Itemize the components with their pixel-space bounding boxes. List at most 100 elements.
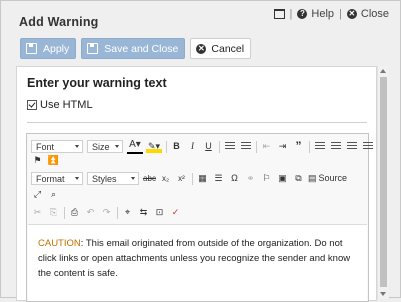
dialog-top-actions: | ? Help | ✕ Close: [273, 8, 389, 20]
editor-content-area[interactable]: CAUTION: This email originated from outs…: [28, 224, 367, 301]
font-select[interactable]: Font: [31, 140, 83, 153]
spellcheck-icon[interactable]: ✓: [169, 206, 182, 219]
cancel-icon: ✕: [196, 43, 207, 54]
toolbar-separator: [309, 140, 310, 153]
add-warning-dialog: Add Warning | ? Help | ✕ Close Apply Sav…: [0, 0, 401, 302]
strikethrough-icon[interactable]: abc: [143, 172, 156, 185]
increase-indent-icon[interactable]: ⇥: [276, 140, 289, 153]
editor-toolbar-row-2b: ⤢ ⌕: [31, 188, 63, 201]
scroll-up-icon[interactable]: [380, 69, 386, 73]
scroll-thumb[interactable]: [380, 77, 387, 287]
lines-glyph: [314, 142, 325, 152]
copy-icon[interactable]: ⎘: [47, 206, 60, 219]
save-icon: [26, 43, 37, 54]
source-button[interactable]: ▤ Source: [308, 172, 348, 185]
editor-toolbar-row-1: Font Size A▾ ✎▾ B I U ⇤ ⇥ ”: [31, 139, 377, 154]
apply-button[interactable]: Apply: [20, 38, 77, 59]
underline-icon[interactable]: U: [202, 140, 215, 153]
replace-icon[interactable]: ⇆: [137, 206, 150, 219]
dialog-title: Add Warning: [19, 15, 99, 29]
save-and-close-button[interactable]: Save and Close: [81, 38, 186, 59]
source-label: Source: [318, 173, 348, 183]
toolbar-separator: [192, 172, 193, 185]
maximize-icon[interactable]: [273, 9, 285, 19]
table-icon[interactable]: ▦: [196, 172, 209, 185]
maximize-editor-icon[interactable]: ⤢: [31, 188, 44, 201]
toolbar-separator: [166, 140, 167, 153]
rich-text-editor: Font Size A▾ ✎▾ B I U ⇤ ⇥ ” ⚑ ⏫ Format S…: [26, 133, 373, 302]
show-blocks-icon[interactable]: ⧉: [292, 172, 305, 185]
special-character-icon[interactable]: Ω: [228, 172, 241, 185]
save-icon: [87, 43, 99, 54]
format-select[interactable]: Format: [31, 172, 83, 185]
size-select-label: Size: [92, 141, 110, 152]
help-icon[interactable]: ?: [297, 9, 308, 19]
warning-form-panel: Enter your warning text Use HTML Font Si…: [16, 66, 377, 302]
size-select[interactable]: Size: [87, 140, 123, 153]
align-left-icon[interactable]: [313, 140, 326, 153]
source-icon: ▤: [308, 173, 317, 183]
cut-icon[interactable]: ✂: [31, 206, 44, 219]
bold-icon[interactable]: B: [170, 140, 183, 153]
toolbar-separator: [117, 206, 118, 219]
italic-icon[interactable]: I: [186, 140, 199, 153]
caution-prefix: CAUTION: [38, 238, 81, 249]
close-link[interactable]: Close: [361, 8, 389, 20]
cancel-label: Cancel: [211, 42, 245, 55]
chevron-down-icon: [131, 177, 135, 180]
save-close-label: Save and Close: [104, 42, 179, 55]
language-icon[interactable]: ⚑: [31, 154, 44, 167]
numbered-list-icon[interactable]: [223, 140, 236, 153]
anchor-icon[interactable]: ⚐: [260, 172, 273, 185]
undo-icon[interactable]: ↶: [84, 206, 97, 219]
horizontal-line-icon[interactable]: ☰: [212, 172, 225, 185]
use-html-label: Use HTML: [40, 99, 93, 111]
toolbar-separator: [256, 140, 257, 153]
separator: |: [339, 8, 342, 20]
chevron-down-icon: [115, 145, 119, 148]
unlink-icon[interactable]: ⚭: [244, 172, 257, 185]
lines-glyph: [330, 142, 341, 152]
form-heading: Enter your warning text: [27, 76, 167, 90]
help-link[interactable]: Help: [311, 8, 334, 20]
select-all-icon[interactable]: ⊡: [153, 206, 166, 219]
align-center-icon[interactable]: [329, 140, 342, 153]
vertical-scrollbar[interactable]: [377, 66, 389, 299]
format-select-label: Format: [36, 173, 65, 184]
checkbox-checked-icon[interactable]: [27, 100, 37, 110]
print-icon[interactable]: ⎙: [68, 206, 81, 219]
lines-glyph: [362, 142, 373, 152]
chevron-down-icon: [75, 177, 79, 180]
apply-label: Apply: [43, 42, 70, 55]
divider: [27, 122, 367, 123]
scroll-down-icon[interactable]: [380, 292, 386, 296]
use-html-checkbox[interactable]: Use HTML: [27, 99, 93, 111]
decrease-indent-icon[interactable]: ⇤: [260, 140, 273, 153]
cancel-button[interactable]: ✕ Cancel: [190, 38, 252, 59]
preview-icon[interactable]: ⌕: [47, 188, 60, 201]
styles-select-label: Styles: [92, 173, 117, 184]
subscript-icon[interactable]: x₂: [159, 172, 172, 185]
close-icon[interactable]: ✕: [346, 9, 357, 19]
editor-toolbar-row-3: ✂ ⎘ ⎙ ↶ ↷ ⌖ ⇆ ⊡ ✓: [31, 206, 185, 219]
editor-toolbar-row-2: Format Styles abc x₂ x² ▦ ☰ Ω ⚭ ⚐ ▣ ⧉ ▤ S…: [31, 172, 349, 185]
align-right-icon[interactable]: [345, 140, 358, 153]
blockquote-icon[interactable]: ”: [292, 140, 305, 153]
lines-glyph: [224, 142, 235, 152]
font-select-label: Font: [36, 141, 55, 152]
action-buttons: Apply Save and Close ✕ Cancel: [20, 38, 252, 59]
toolbar-separator: [219, 140, 220, 153]
background-color-icon[interactable]: ✎▾: [146, 140, 162, 153]
justify-icon[interactable]: [361, 140, 374, 153]
redo-icon[interactable]: ↷: [100, 206, 113, 219]
bidi-icon[interactable]: ⏫: [47, 154, 60, 167]
bulleted-list-icon[interactable]: [239, 140, 252, 153]
styles-select[interactable]: Styles: [87, 172, 139, 185]
text-color-icon[interactable]: A▾: [127, 139, 143, 154]
chevron-down-icon: [75, 145, 79, 148]
editor-toolbar-row-1b: ⚑ ⏫: [31, 154, 63, 167]
find-icon[interactable]: ⌖: [121, 206, 134, 219]
image-icon[interactable]: ▣: [276, 172, 289, 185]
superscript-icon[interactable]: x²: [175, 172, 188, 185]
warning-text: CAUTION: This email originated from outs…: [38, 236, 362, 281]
